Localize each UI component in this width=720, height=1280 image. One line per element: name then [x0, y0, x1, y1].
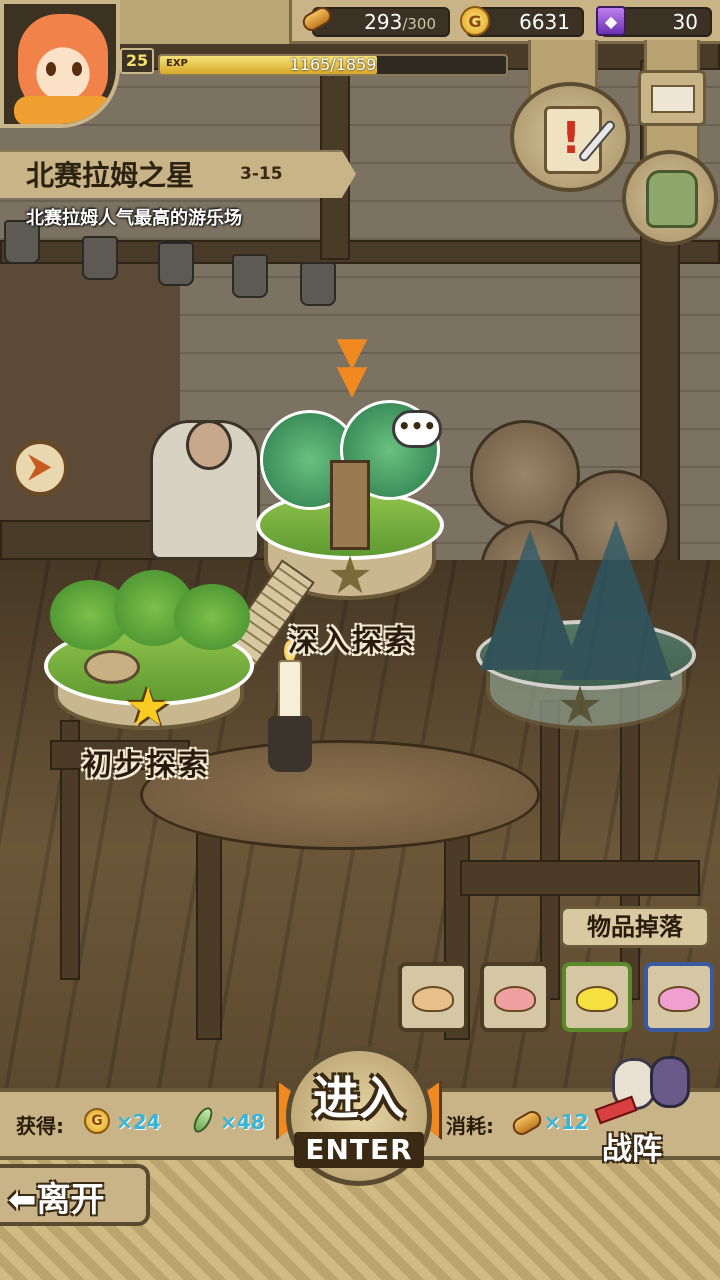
stamina-value: 293: [364, 10, 403, 34]
magenta-blob-icon: [658, 986, 700, 1012]
pink-blob-icon: [494, 986, 536, 1012]
formation-button[interactable]: 战阵: [592, 1048, 710, 1167]
pine-tree: [560, 520, 672, 680]
inventory-button[interactable]: [622, 150, 718, 246]
bartender-head: [186, 420, 232, 470]
tan-blob-icon: [412, 986, 454, 1012]
avatar-scarf: [14, 96, 114, 124]
player-avatar[interactable]: [0, 0, 120, 128]
cost-stamina-value: ×12: [544, 1110, 589, 1134]
drop-item-slot[interactable]: [398, 962, 468, 1032]
stamina-max: /300: [402, 15, 436, 33]
formation-character-icon: [650, 1056, 690, 1108]
star-icon-filled: ★: [124, 678, 172, 738]
enter-label-cn: 进入: [313, 1071, 405, 1125]
down-arrow-icon: ▼ ▼: [336, 329, 368, 403]
exp-bar: EXP 1165/1859: [158, 54, 508, 76]
easy-explore-island[interactable]: ★: [44, 570, 254, 740]
hanging-mug: [82, 236, 118, 280]
drop-item-slot[interactable]: [480, 962, 550, 1032]
gem-icon: ◆: [596, 6, 626, 36]
candle-holder: [268, 716, 312, 772]
side-menu-button[interactable]: ⮞: [12, 440, 68, 496]
gain-label: 获得:: [16, 1114, 64, 1138]
cost-label: 消耗:: [446, 1114, 494, 1138]
gold-coin-icon: G: [84, 1108, 110, 1134]
chair-seat: [460, 860, 700, 896]
stage-description: 北赛拉姆人气最高的游乐场: [26, 208, 242, 229]
locked-island[interactable]: ★: [470, 520, 700, 750]
player-level: 25: [120, 48, 154, 74]
mail-button[interactable]: [638, 70, 706, 126]
drop-item-slot[interactable]: [644, 962, 714, 1032]
enter-button[interactable]: 进入 ENTER: [276, 1040, 442, 1188]
gain-feather-value: ×48: [220, 1110, 265, 1134]
hanging-mug: [232, 254, 268, 298]
exclamation-icon: !: [561, 113, 582, 164]
drop-item-slot[interactable]: [562, 962, 632, 1032]
stamina-counter: 293/300: [312, 7, 450, 37]
backpack-icon: [646, 170, 698, 228]
deep-explore-label[interactable]: 深入探索: [288, 616, 416, 660]
star-icon-empty: ★: [326, 546, 374, 606]
gold-value: 6631: [519, 10, 570, 34]
easy-explore-label[interactable]: 初步探索: [82, 740, 210, 784]
exp-value: 1165/1859: [289, 55, 377, 74]
gold-coin-letter: G: [468, 11, 482, 31]
formation-label: 战阵: [602, 1132, 662, 1167]
gold-coin-icon: G: [460, 6, 490, 36]
speech-bubble-icon: •••: [392, 410, 442, 448]
yellow-blob-icon: [576, 986, 618, 1012]
avatar-eye: [72, 62, 82, 76]
leave-label: ⬅离开: [8, 1180, 105, 1220]
quest-button[interactable]: !: [510, 82, 630, 192]
item-drops-title: 物品掉落: [560, 906, 710, 948]
avatar-eye: [46, 62, 56, 76]
gem-value: 30: [672, 10, 698, 34]
envelope-icon: [651, 85, 695, 113]
leave-text: 离开: [36, 1180, 105, 1220]
bush: [174, 584, 250, 650]
candle: [278, 660, 302, 720]
enter-label-en: ENTER: [294, 1132, 424, 1168]
table-leg: [196, 820, 222, 1040]
hanging-mug: [158, 242, 194, 286]
stage-name: 北赛拉姆之星: [26, 159, 195, 192]
gain-gold-value: ×24: [116, 1110, 161, 1134]
hanging-mug: [300, 262, 336, 306]
tree-trunk: [330, 460, 370, 550]
stage-number: 3-15: [240, 164, 283, 184]
leave-button[interactable]: ⬅离开: [0, 1164, 150, 1226]
star-icon-empty: ★: [556, 676, 604, 736]
top-plate: [96, 0, 292, 44]
